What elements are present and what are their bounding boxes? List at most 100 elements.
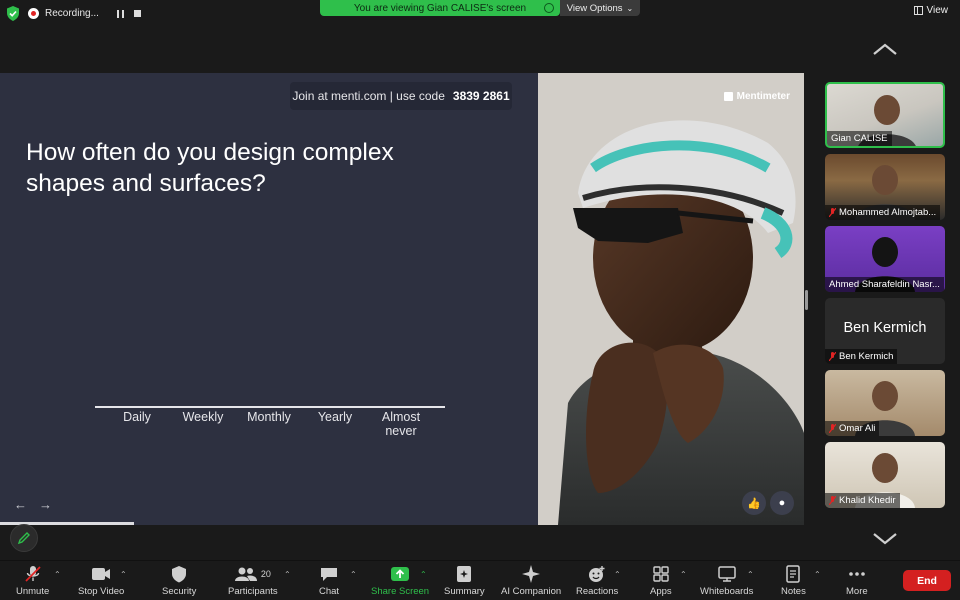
end-meeting-button[interactable]: End [903,570,951,591]
summary-button[interactable]: Summary [444,565,485,597]
record-icon [28,8,39,19]
participants-icon: 20 [234,565,271,583]
participant-name: Ben Kermich [839,351,894,362]
brand-label: Mentimeter [736,91,790,102]
notes-button[interactable]: Notes [781,565,806,597]
recording-indicator: Recording... [28,5,141,22]
participants-label: Participants [228,586,278,597]
thumbs-up-icon: 👍 [747,497,761,510]
whiteboards-button[interactable]: Whiteboards [700,565,753,597]
join-code-bar: Join at menti.com | use code 3839 2861 [290,82,512,110]
notes-icon [786,565,801,583]
apps-icon [653,565,669,583]
chart-category-label: Yearly [317,410,353,424]
join-code: 3839 2861 [452,89,510,103]
whiteboards-label: Whiteboards [700,586,754,597]
chart-baseline [95,406,445,408]
share-screen-icon [390,565,410,583]
participants-button[interactable]: 20 Participants [228,565,278,597]
video-camera-icon [91,565,111,583]
cyclist-photo: Mentimeter 👍 ● [538,73,804,525]
stop-video-label: Stop Video [78,586,125,597]
chat-label: Chat [319,586,340,597]
participant-tile[interactable]: Mohammed Almojtab... [825,154,945,220]
microphone-muted-icon [24,565,42,583]
reactions-caret-icon[interactable]: ⌃ [614,570,621,579]
share-screen-label: Share Screen [371,586,430,597]
meeting-toolbar: Unmute ⌃ Stop Video ⌃ Security 20 Partic… [0,560,960,600]
view-button[interactable]: View [913,5,949,16]
audience-button[interactable]: ● [770,491,794,515]
smiley-icon [588,565,606,583]
cyclist-image [538,73,804,525]
participant-tile[interactable]: Omar Ali [825,370,945,436]
microphone-muted-icon [828,423,837,434]
microphone-muted-icon [828,207,837,218]
gallery-scroll-down-icon[interactable] [872,532,898,546]
participant-tile[interactable]: Ben Kermich Ben Kermich [825,298,945,364]
participant-tile[interactable]: Gian CALISE [825,82,945,148]
grid-icon [913,6,923,15]
audio-options-caret-icon[interactable]: ⌃ [54,570,61,579]
view-options-button[interactable]: View Options ⌄ [560,0,640,16]
apps-label: Apps [650,586,672,597]
chat-button[interactable]: Chat [319,565,339,597]
question-line-2: shapes and surfaces? [26,170,266,197]
chat-caret-icon[interactable]: ⌃ [350,570,357,579]
more-label: More [846,586,868,597]
annotate-pencil-button[interactable] [10,524,38,552]
participant-name: Gian CALISE [831,133,888,144]
video-options-caret-icon[interactable]: ⌃ [120,570,127,579]
stop-recording-icon[interactable] [133,10,141,17]
notes-label: Notes [781,586,806,597]
participants-caret-icon[interactable]: ⌃ [284,570,291,579]
unmute-label: Unmute [16,586,50,597]
participant-name: Ahmed Sharafeldin Nasr... [829,279,940,290]
participant-tile[interactable]: Khalid Khedir [825,442,945,508]
participant-tile[interactable]: Ahmed Sharafeldin Nasr... [825,226,945,292]
security-label: Security [162,586,197,597]
mentimeter-mark-icon [723,92,733,101]
ai-companion-button[interactable]: AI Companion [501,565,561,597]
arrow-left-icon[interactable]: ← [14,497,27,512]
summary-label: Summary [444,586,485,597]
arrow-right-icon[interactable]: → [39,497,52,512]
participants-count: 20 [260,569,271,579]
reactions-label: Reactions [576,586,619,597]
shield-icon[interactable] [6,6,20,21]
mentimeter-logo: Mentimeter [723,91,790,102]
apps-caret-icon[interactable]: ⌃ [680,570,687,579]
slide-question: How often do you design complex shapes a… [26,137,466,199]
participant-name: Omar Ali [839,423,876,434]
view-label: View [926,5,949,16]
unmute-button[interactable]: Unmute [16,565,49,597]
viewing-text: You are viewing Gian CALISE's screen [353,2,527,14]
pause-recording-icon[interactable] [116,9,124,18]
more-button[interactable]: More [846,565,868,597]
stop-video-button[interactable]: Stop Video [78,565,124,597]
whiteboards-caret-icon[interactable]: ⌃ [747,570,754,579]
participant-name-label: Gian CALISE [827,131,892,146]
sparkle-icon [521,565,541,583]
chart-category-label: Monthly [247,410,291,424]
microphone-muted-icon [828,495,837,506]
participant-name-label: Omar Ali [825,421,880,436]
share-caret-icon[interactable]: ⌃ [420,570,427,579]
participant-name-label: Khalid Khedir [825,493,900,508]
resize-handle[interactable] [805,290,808,310]
security-button[interactable]: Security [162,565,196,597]
gallery-scroll-up-icon[interactable] [872,42,898,56]
chart-category-label: Weekly [182,410,224,424]
apps-button[interactable]: Apps [650,565,672,597]
chart-category-label: Daily [123,410,151,424]
summary-icon [456,565,472,583]
like-button[interactable]: 👍 [742,491,766,515]
shared-screen: Join at menti.com | use code 3839 2861 H… [0,73,804,525]
question-line-1: How often do you design complex [26,139,394,166]
top-bar: Recording... You are viewing Gian CALISE… [0,0,960,28]
join-text: Join at menti.com | use code [292,89,445,103]
reactions-button[interactable]: Reactions [576,565,618,597]
chart-category-label: Almost never [381,410,421,438]
notes-caret-icon[interactable]: ⌃ [814,570,821,579]
participant-display-name: Ben Kermich [843,320,927,336]
